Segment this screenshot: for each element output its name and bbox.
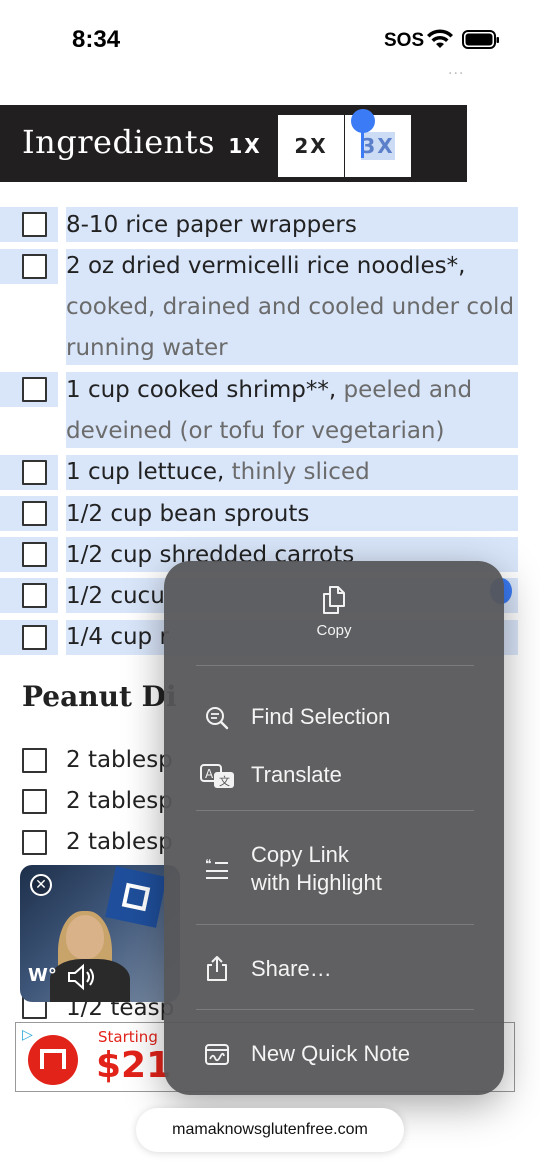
translate-icon: A 文	[200, 764, 234, 788]
svg-text:A: A	[205, 767, 214, 781]
overflow-dots-icon: ···	[448, 66, 465, 82]
ingredient-main: 1/2 cup bean sprouts	[66, 501, 310, 527]
menu-item-copy-link-highlight[interactable]: ❝ Copy Link with Highlight	[192, 839, 492, 899]
menu-separator	[196, 810, 474, 811]
menu-item-label-line1: Copy Link	[251, 842, 349, 867]
menu-separator	[196, 1009, 474, 1010]
ingredients-title: Ingredients	[22, 123, 216, 161]
ingredient-checkbox[interactable]	[22, 460, 47, 485]
quick-note-icon	[205, 1044, 229, 1065]
ingredient-main: 1 cup cooked shrimp**,	[66, 377, 337, 403]
multiplier-2x-button[interactable]: 2X	[278, 115, 344, 177]
menu-item-label: Find Selection	[251, 704, 391, 729]
peanut-checkbox[interactable]	[22, 830, 47, 855]
video-close-icon[interactable]: ✕	[30, 874, 52, 896]
svg-text:❝: ❝	[205, 857, 211, 871]
banner-price: $21	[96, 1045, 172, 1086]
battery-icon	[462, 30, 499, 49]
menu-separator	[196, 665, 474, 666]
status-time: 8:34	[72, 26, 121, 53]
ingredient-checkbox[interactable]	[22, 377, 47, 402]
ingredient-item: 1/2 cup bean sprouts	[66, 494, 526, 535]
share-icon	[207, 956, 227, 981]
ingredient-item: 2 oz dried vermicelli rice noodles*, coo…	[66, 246, 526, 369]
menu-item-label: Translate	[251, 762, 342, 787]
ingredient-item: 1 cup cooked shrimp**, peeled and devein…	[66, 370, 526, 452]
ingredient-note: thinly sliced	[224, 459, 370, 485]
ingredient-checkbox[interactable]	[22, 625, 47, 650]
ingredient-main: 2 oz dried vermicelli rice noodles*,	[66, 253, 466, 279]
menu-item-label-line2: with Highlight	[251, 870, 382, 895]
video-person-head	[66, 915, 104, 959]
context-menu: Copy Find Selection A 文 Translate ❝ Copy…	[164, 561, 504, 1095]
menu-item-share[interactable]: Share…	[192, 946, 492, 992]
copy-button[interactable]: Copy	[164, 561, 504, 666]
ingredient-checkbox[interactable]	[22, 542, 47, 567]
menu-item-label: Share…	[251, 956, 332, 981]
copy-link-highlight-icon: ❝	[205, 857, 228, 879]
url-bar[interactable]: mamaknowsglutenfree.com	[136, 1108, 404, 1152]
ingredient-checkbox[interactable]	[22, 254, 47, 279]
video-brand-mark: W°	[28, 965, 57, 986]
menu-item-find-selection[interactable]: Find Selection	[192, 695, 492, 741]
ingredient-main: 1/4 cup r	[66, 624, 169, 650]
banner-starting-text: Starting	[98, 1028, 158, 1046]
wifi-icon	[427, 29, 453, 48]
ingredient-checkbox[interactable]	[22, 583, 47, 608]
multiplier-3x-label: 3X	[361, 132, 395, 160]
banner-logo-inner	[40, 1049, 66, 1069]
peanut-checkbox[interactable]	[22, 748, 47, 773]
status-carrier: SOS	[384, 30, 425, 51]
ingredient-item: 1 cup lettuce, thinly sliced	[66, 452, 526, 493]
copy-label: Copy	[316, 622, 352, 639]
peanut-dip-title: Peanut Di	[22, 680, 177, 713]
menu-separator	[196, 924, 474, 925]
ingredient-main: 1 cup lettuce,	[66, 459, 225, 485]
menu-item-translate[interactable]: A 文 Translate	[192, 753, 492, 799]
copy-icon	[323, 586, 345, 614]
ingredient-checkbox[interactable]	[22, 501, 47, 526]
svg-text:文: 文	[219, 774, 230, 788]
speaker-icon[interactable]	[66, 963, 96, 991]
multiplier-1x-button[interactable]: 1X	[222, 128, 268, 164]
menu-item-label: New Quick Note	[251, 1041, 410, 1066]
selection-start-knob[interactable]	[351, 109, 375, 133]
ingredients-header: Ingredients 1X 2X 3X	[0, 105, 467, 182]
ingredient-main: 1/2 cucu	[66, 583, 165, 609]
ingredient-main: 8-10 rice paper wrappers	[66, 212, 357, 238]
find-selection-icon	[206, 707, 229, 730]
ingredient-checkbox[interactable]	[22, 212, 47, 237]
banner-logo	[28, 1035, 78, 1085]
video-ad[interactable]: ✕ W°	[20, 865, 180, 1002]
video-logo-inner	[121, 882, 151, 912]
page: 8:34 SOS ··· Ingredients 1X 2X 3X 8-10 r…	[0, 0, 540, 1171]
ingredient-note: cooked, drained and cooled under cold ru…	[66, 294, 515, 361]
ingredient-item: 8-10 rice paper wrappers	[66, 205, 526, 246]
menu-item-new-quick-note[interactable]: New Quick Note	[192, 1031, 492, 1077]
peanut-checkbox[interactable]	[22, 789, 47, 814]
